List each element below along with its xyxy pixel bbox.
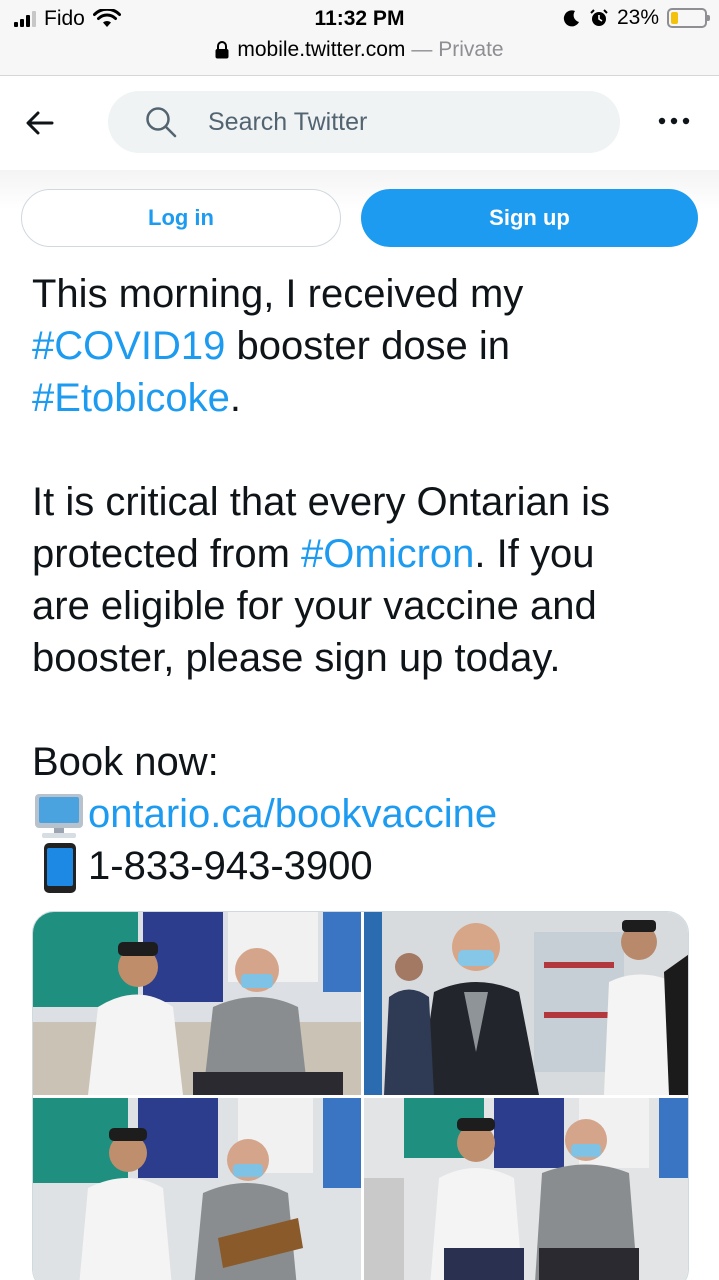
tweet-line: protected from #Omicron. If you <box>32 528 702 580</box>
tweet-text-fragment: It is critical that every Ontarian is <box>32 480 610 524</box>
tweet-line: are eligible for your vaccine and <box>32 580 702 632</box>
auth-bar: Log in Sign up <box>0 170 719 270</box>
tweet-line: 1-833-943-3900 <box>32 840 702 894</box>
hashtag-covid19[interactable]: #COVID19 <box>32 324 225 368</box>
tweet-text-fragment: This morning, I received my <box>32 272 524 316</box>
login-button[interactable]: Log in <box>21 189 341 247</box>
battery-percent: 23% <box>616 6 659 29</box>
more-options-icon[interactable] <box>656 113 692 129</box>
tweet-line: Book now: <box>32 736 702 788</box>
search-box[interactable] <box>108 91 620 153</box>
url-host: mobile.twitter.com <box>237 38 406 61</box>
tweet-line: This morning, I received my <box>32 268 702 320</box>
computer-emoji-icon <box>35 794 83 839</box>
twitter-header <box>0 77 719 169</box>
seated-photo[interactable] <box>364 1098 688 1280</box>
status-right: 23% <box>563 6 710 30</box>
tweet-line: booster, please sign up today. <box>32 632 702 684</box>
moon-icon <box>563 10 579 27</box>
tweet-text-fragment: are eligible for your vaccine and <box>32 584 597 628</box>
battery-icon <box>667 8 710 28</box>
address-bar[interactable]: mobile.twitter.com — Private <box>0 36 719 76</box>
phone-number[interactable]: 1-833-943-3900 <box>88 844 373 888</box>
book-vaccine-link[interactable]: ontario.ca/bookvaccine <box>88 792 497 836</box>
hashtag-etobicoke[interactable]: #Etobicoke <box>32 376 230 420</box>
tweet-line: #Etobicoke. <box>32 372 702 424</box>
signing-photo[interactable] <box>33 1098 361 1280</box>
tweet-line: #COVID19 booster dose in <box>32 320 702 372</box>
search-input[interactable] <box>208 107 588 137</box>
private-label: — Private <box>411 38 504 61</box>
tweet-text-fragment: protected from <box>32 532 302 576</box>
tweet-text-fragment: . <box>229 376 242 420</box>
tweet-text-fragment: Book now: <box>32 740 219 784</box>
alarm-icon <box>590 9 608 26</box>
tweet-text-fragment: booster dose in <box>225 324 511 368</box>
tweet-text: This morning, I received my #COVID19 boo… <box>32 268 702 894</box>
hashtag-omicron[interactable]: #Omicron <box>301 532 474 576</box>
status-bar: Fido 11:32 PM 23% <box>0 0 719 36</box>
tweet-text-fragment: . If you <box>474 532 595 576</box>
back-arrow-icon[interactable] <box>22 105 58 141</box>
walking-photo[interactable] <box>364 912 688 1095</box>
tweet-media-grid <box>32 911 689 1280</box>
signup-button[interactable]: Sign up <box>361 189 698 247</box>
vaccination-photo[interactable] <box>33 912 361 1095</box>
lock-icon <box>215 41 229 59</box>
tweet-line: It is critical that every Ontarian is <box>32 476 702 528</box>
tweet-line: ontario.ca/bookvaccine <box>32 788 702 840</box>
tweet-text-fragment: booster, please sign up today. <box>32 636 561 680</box>
mobile-phone-emoji-icon <box>44 843 76 894</box>
search-icon <box>146 107 177 138</box>
